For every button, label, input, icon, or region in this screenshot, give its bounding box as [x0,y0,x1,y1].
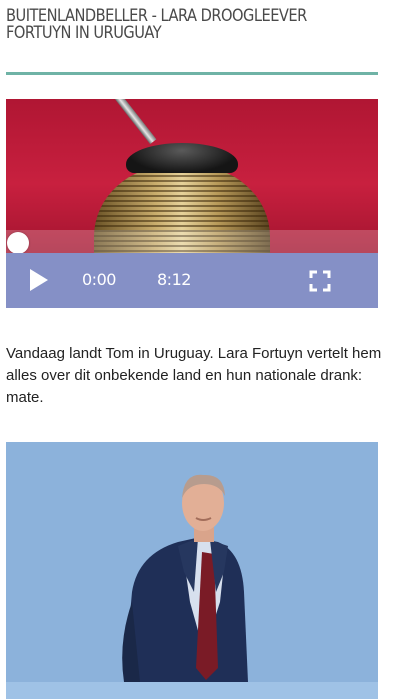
progress-knob[interactable] [7,232,29,254]
current-time: 0:00 [82,270,116,289]
photo-caption-strip [6,682,378,699]
mate-cap [126,143,238,173]
duration: 8:12 [157,270,191,289]
presenter-photo [6,442,378,699]
presenter-image [122,474,248,682]
article-text: Vandaag landt Tom in Uruguay. Lara Fortu… [6,345,382,406]
fullscreen-icon[interactable] [309,270,331,292]
control-bar: 0:00 8:12 [6,253,378,308]
progress-bar[interactable] [6,230,378,253]
page-title: Buitenlandbeller - Lara Droogleever Fort… [6,6,307,43]
video-player[interactable]: 0:00 8:12 [6,99,378,308]
bombilla-straw [107,99,157,145]
video-frame[interactable] [6,99,378,253]
title-divider [6,72,378,75]
play-icon[interactable] [30,269,48,291]
